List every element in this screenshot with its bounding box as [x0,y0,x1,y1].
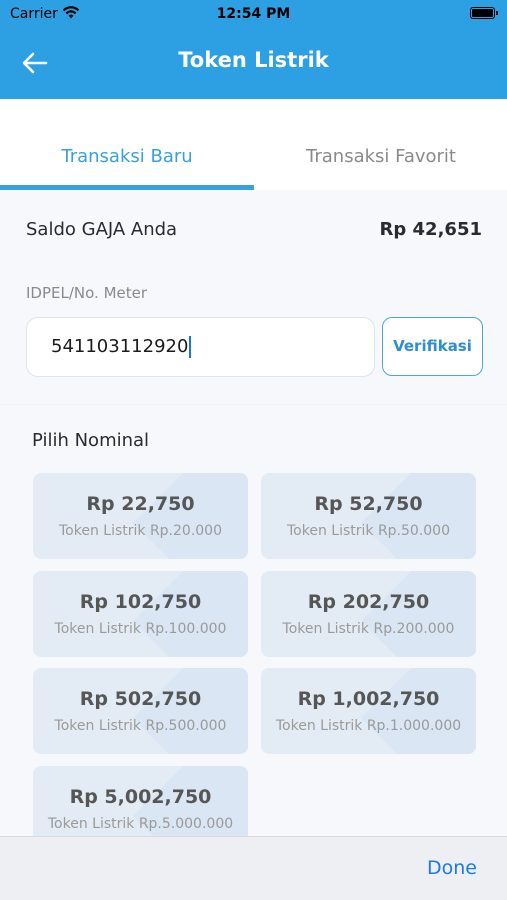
status-time: 12:54 PM [216,6,291,22]
card-decoration [361,473,476,559]
keyboard-accessory-bar: Done [0,836,507,900]
nominal-description: Token Listrik Rp.200.000 [282,621,455,637]
battery-icon [470,7,498,19]
balance-label: Saldo GAJA Anda [26,219,178,240]
nominal-description: Token Listrik Rp.100.000 [54,621,227,637]
nominal-option[interactable]: Rp 102,750 Token Listrik Rp.100.000 [33,571,248,657]
idpel-input[interactable]: 541103112920 [26,317,375,377]
section-divider [0,404,507,405]
nominal-description: Token Listrik Rp.5.000.000 [47,816,234,832]
nav-bar: Token Listrik [0,28,507,99]
nominal-description: Token Listrik Rp.500.000 [54,718,227,734]
page-title: Token Listrik [178,48,329,72]
card-decoration [133,668,248,754]
idpel-input-value: 541103112920 [51,336,189,357]
idpel-label: IDPEL/No. Meter [26,284,148,302]
card-decoration [361,668,476,754]
nominal-price: Rp 52,750 [314,493,423,515]
nominal-price: Rp 5,002,750 [69,786,212,808]
nominal-option[interactable]: Rp 52,750 Token Listrik Rp.50.000 [261,473,476,559]
nominal-description: Token Listrik Rp.50.000 [286,523,450,539]
nominal-option[interactable]: Rp 22,750 Token Listrik Rp.20.000 [33,473,248,559]
text-caret [189,336,192,358]
status-bar: Carrier 12:54 PM [0,0,507,28]
nominal-price: Rp 502,750 [79,688,202,710]
card-decoration [133,571,248,657]
card-decoration [133,473,248,559]
nominal-option[interactable]: Rp 202,750 Token Listrik Rp.200.000 [261,571,476,657]
nominal-section-label: Pilih Nominal [32,430,150,451]
card-decoration [361,571,476,657]
nominal-option[interactable]: Rp 502,750 Token Listrik Rp.500.000 [33,668,248,754]
tab-transaksi-favorit[interactable]: Transaksi Favorit [254,146,507,167]
nominal-price: Rp 202,750 [307,591,430,613]
tab-bar: Transaksi Baru Transaksi Favorit [0,99,507,190]
tab-transaksi-baru[interactable]: Transaksi Baru [0,146,254,167]
done-button[interactable]: Done [427,857,477,879]
balance-value: Rp 42,651 [379,219,482,240]
nominal-description: Token Listrik Rp.20.000 [58,523,222,539]
nominal-price: Rp 102,750 [79,591,202,613]
nominal-price: Rp 1,002,750 [297,688,440,710]
verify-button[interactable]: Verifikasi [382,317,483,376]
nominal-price: Rp 22,750 [86,493,195,515]
nominal-option[interactable]: Rp 1,002,750 Token Listrik Rp.1.000.000 [261,668,476,754]
main-content: Saldo GAJA Anda Rp 42,651 IDPEL/No. Mete… [0,190,507,852]
nominal-description: Token Listrik Rp.1.000.000 [275,718,462,734]
